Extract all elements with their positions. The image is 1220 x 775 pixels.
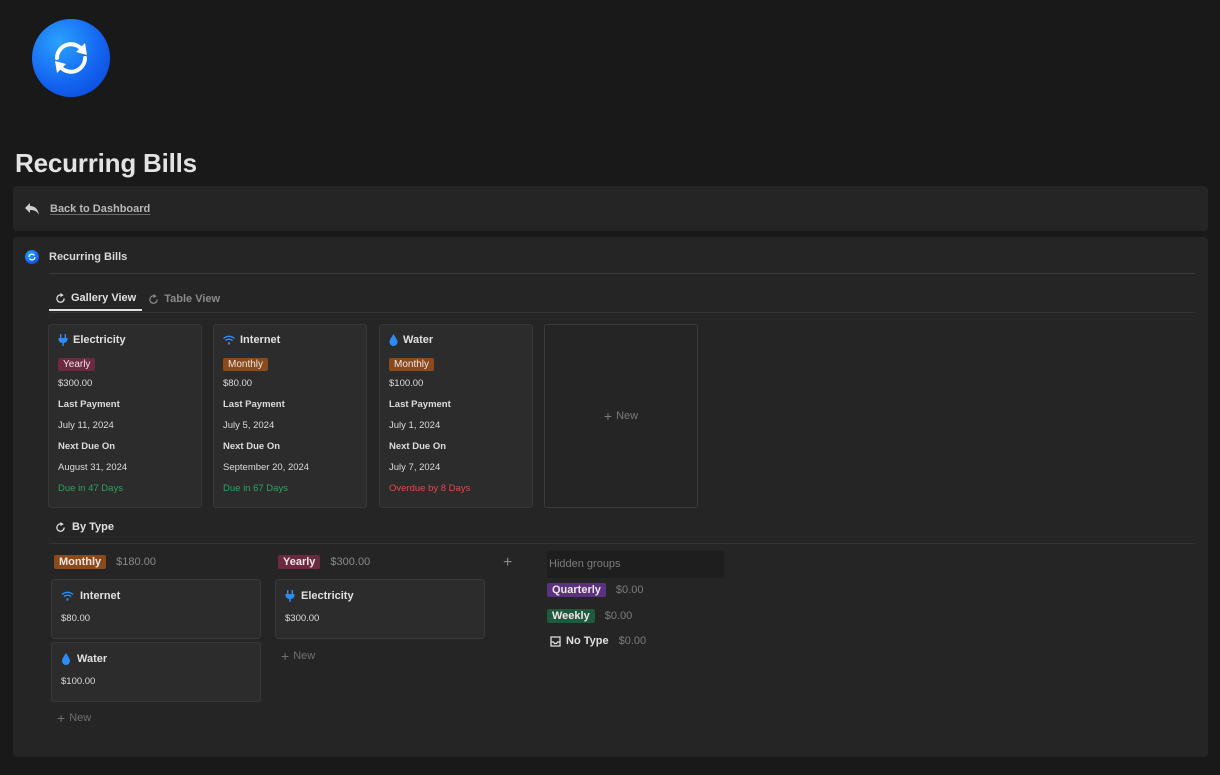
card-name: Electricity <box>73 334 126 346</box>
tab-table-view[interactable]: Table View <box>142 287 226 311</box>
tab-label: Gallery View <box>71 292 137 304</box>
board-title: By Type <box>72 521 114 533</box>
database-title[interactable]: Recurring Bills <box>49 251 127 263</box>
due-status: Due in 67 Days <box>223 483 288 494</box>
recurring-icon <box>25 250 39 264</box>
refresh-icon <box>56 521 65 532</box>
next-due-label: Next Due On <box>223 441 281 452</box>
wifi-icon <box>61 591 74 601</box>
water-drop-icon <box>62 653 70 665</box>
card-name: Internet <box>80 590 121 602</box>
divider <box>49 543 1195 544</box>
card-title: Water <box>61 653 251 665</box>
group-sum: $0.00 <box>604 610 633 622</box>
card-name: Water <box>403 334 434 346</box>
plug-icon <box>58 334 68 346</box>
amount: $300.00 <box>285 613 320 624</box>
new-label: New <box>293 650 316 662</box>
gallery-card-water[interactable]: Water Monthly $100.00 Last Payment July … <box>379 324 533 508</box>
due-status: Due in 47 Days <box>58 483 123 494</box>
type-tag: Yearly <box>58 358 96 371</box>
amount: $100.00 <box>389 378 424 389</box>
reply-arrow-icon <box>24 200 42 218</box>
group-sum: $0.00 <box>615 584 644 596</box>
card-title: Internet <box>223 334 357 346</box>
board-card-water[interactable]: Water $100.00 <box>51 642 261 702</box>
back-callout: Back to Dashboard <box>13 186 1208 231</box>
card-title: Internet <box>61 590 251 602</box>
group-sum: $0.00 <box>618 635 647 647</box>
new-label: New <box>69 712 92 724</box>
group-tag: Monthly <box>54 555 107 569</box>
card-title: Water <box>389 334 523 346</box>
next-due-date: July 7, 2024 <box>389 462 441 473</box>
group-tag: Quarterly <box>547 583 606 597</box>
wifi-icon <box>223 335 235 345</box>
database-header: Recurring Bills <box>25 250 127 264</box>
amount: $300.00 <box>58 378 93 389</box>
type-tag: Monthly <box>389 358 435 371</box>
card-name: Internet <box>240 334 281 346</box>
amount: $100.00 <box>61 676 96 687</box>
refresh-icon <box>149 293 159 304</box>
divider <box>49 273 1195 274</box>
page-logo-icon <box>32 19 110 97</box>
card-name: Electricity <box>301 590 354 602</box>
gallery-new-card-button[interactable]: + New <box>544 324 698 508</box>
hidden-groups-header: Hidden groups <box>547 551 724 578</box>
monthly-new-button[interactable]: + New <box>57 710 91 726</box>
plus-icon: + <box>603 408 613 424</box>
next-due-label: Next Due On <box>58 441 116 452</box>
due-status: Overdue by 8 Days <box>389 483 471 494</box>
last-payment-label: Last Payment <box>58 399 120 410</box>
next-due-date: September 20, 2024 <box>223 462 310 473</box>
gallery-card-internet[interactable]: Internet Monthly $80.00 Last Payment Jul… <box>213 324 367 508</box>
group-header-yearly[interactable]: Yearly $300.00 <box>278 555 370 569</box>
back-to-dashboard-link[interactable]: Back to Dashboard <box>50 203 150 215</box>
board-card-electricity[interactable]: Electricity $300.00 <box>275 579 485 639</box>
new-label: New <box>616 410 639 422</box>
view-tabs: Gallery View Table View <box>49 287 226 313</box>
refresh-icon <box>56 292 65 303</box>
last-payment-label: Last Payment <box>389 399 451 410</box>
board-view-tab[interactable]: By Type <box>55 521 114 533</box>
plus-icon: + <box>57 710 66 726</box>
divider <box>49 312 1195 313</box>
page-title: Recurring Bills <box>15 148 197 178</box>
tab-label: Table View <box>164 293 221 305</box>
database-container: Recurring Bills Gallery View Table View <box>13 237 1208 757</box>
inbox-icon <box>550 635 561 647</box>
next-due-date: August 31, 2024 <box>58 462 128 473</box>
hidden-group-quarterly[interactable]: Quarterly $0.00 <box>547 583 643 597</box>
board-card-internet[interactable]: Internet $80.00 <box>51 579 261 639</box>
group-sum: $300.00 <box>330 556 371 568</box>
last-payment-date: July 1, 2024 <box>389 420 441 431</box>
last-payment-label: Last Payment <box>223 399 285 410</box>
no-type-label: No Type <box>550 635 609 647</box>
card-title: Electricity <box>285 590 475 602</box>
add-group-button[interactable]: + <box>503 554 512 572</box>
group-tag: Weekly <box>547 609 595 623</box>
yearly-new-button[interactable]: + New <box>281 648 315 664</box>
next-due-label: Next Due On <box>389 441 447 452</box>
last-payment-date: July 5, 2024 <box>223 420 275 431</box>
hidden-group-weekly[interactable]: Weekly $0.00 <box>547 609 632 623</box>
amount: $80.00 <box>223 378 253 389</box>
plug-icon <box>285 590 295 602</box>
last-payment-date: July 11, 2024 <box>58 420 114 431</box>
group-header-monthly[interactable]: Monthly $180.00 <box>54 555 156 569</box>
type-tag: Monthly <box>223 358 269 371</box>
plus-icon: + <box>281 648 290 664</box>
water-drop-icon <box>389 334 398 346</box>
group-tag: Yearly <box>278 555 321 569</box>
amount: $80.00 <box>61 613 91 624</box>
group-sum: $180.00 <box>116 556 156 568</box>
card-title: Electricity <box>58 334 192 346</box>
group-label: No Type <box>566 635 609 647</box>
card-name: Water <box>77 653 108 665</box>
gallery-card-electricity[interactable]: Electricity Yearly $300.00 Last Payment … <box>48 324 202 508</box>
tab-gallery-view[interactable]: Gallery View <box>49 287 143 311</box>
hidden-group-no-type[interactable]: No Type $0.00 <box>550 635 646 647</box>
